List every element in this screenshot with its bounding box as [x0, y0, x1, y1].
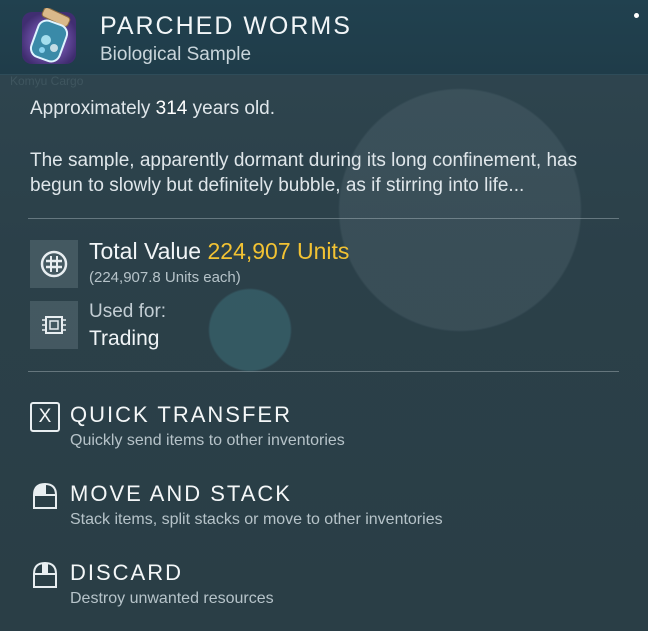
- item-header: PARCHED WORMS Biological Sample: [0, 0, 648, 75]
- mouse-icon: [33, 482, 57, 509]
- chip-icon: [30, 301, 78, 349]
- age-suffix: years old.: [192, 98, 276, 119]
- discard-desc: Destroy unwanted resources: [70, 590, 274, 607]
- indicator-dot: [634, 13, 639, 18]
- age-prefix: Approximately: [30, 98, 151, 119]
- item-title: PARCHED WORMS: [100, 12, 352, 40]
- item-description: The sample, apparently dormant during it…: [30, 150, 578, 196]
- total-value-amount: 224,907 Units: [207, 238, 350, 264]
- discard-action[interactable]: DISCARD Destroy unwanted resources: [30, 560, 630, 610]
- divider: [28, 371, 619, 372]
- units-icon: [30, 240, 78, 288]
- mouse-icon: [33, 561, 57, 588]
- discard-title: DISCARD: [70, 560, 184, 585]
- worm-jar-icon: [22, 8, 76, 64]
- age-value: 314: [155, 98, 188, 119]
- used-for-label: Used for:: [89, 301, 167, 322]
- quick-transfer-action[interactable]: X QUICK TRANSFER Quickly send items to o…: [30, 402, 630, 452]
- move-and-stack-title: MOVE AND STACK: [70, 481, 292, 506]
- item-age: Approximately 314 years old.: [30, 98, 275, 120]
- quick-transfer-title: QUICK TRANSFER: [70, 402, 292, 427]
- divider: [28, 218, 619, 219]
- item-category: Biological Sample: [100, 44, 252, 65]
- background-label: Komyu Cargo: [10, 74, 84, 88]
- total-value: Total Value 224,907 Units: [89, 238, 349, 265]
- move-and-stack-action[interactable]: MOVE AND STACK Stack items, split stacks…: [30, 481, 630, 531]
- quick-transfer-desc: Quickly send items to other inventories: [70, 432, 345, 449]
- total-value-label: Total Value: [89, 238, 202, 264]
- x-key-icon: X: [30, 402, 60, 432]
- used-for-value: Trading: [89, 327, 160, 350]
- move-and-stack-desc: Stack items, split stacks or move to oth…: [70, 511, 443, 528]
- value-each: (224,907.8 Units each): [89, 269, 241, 286]
